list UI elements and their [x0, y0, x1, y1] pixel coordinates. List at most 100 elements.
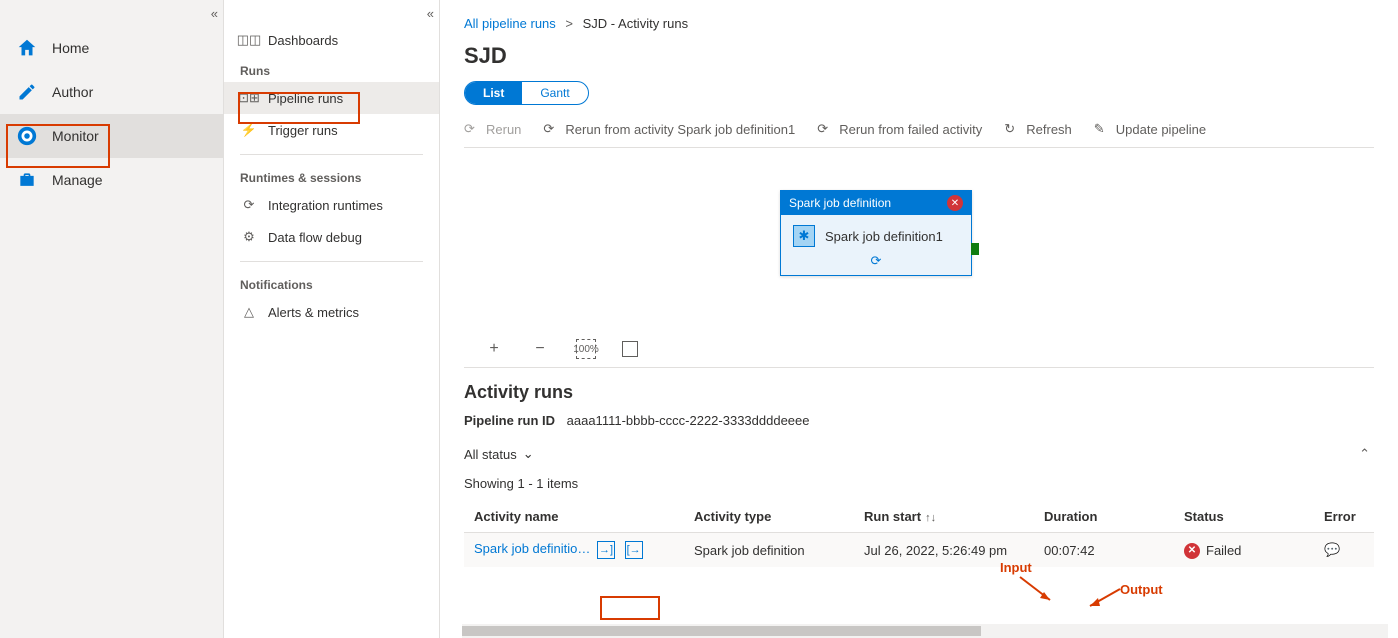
status-badge: ✕ Failed — [1184, 543, 1241, 559]
toggle-gantt[interactable]: Gantt — [522, 82, 587, 104]
briefcase-icon — [16, 169, 38, 191]
collapse-section-icon[interactable]: ⌃ — [1359, 446, 1370, 462]
section-runs: Runs — [224, 56, 439, 82]
rerun-failed-icon: ⟳ — [817, 121, 833, 137]
breadcrumb: All pipeline runs > SJD - Activity runs — [464, 12, 1374, 35]
activity-runs-table: Activity name Activity type Run start↑↓ … — [464, 501, 1374, 567]
refresh-icon: ↻ — [1004, 121, 1020, 137]
output-handle[interactable] — [971, 243, 979, 255]
annotation-output: Output — [1120, 582, 1163, 597]
divider — [240, 154, 423, 155]
zoom-in-icon[interactable]: + — [484, 339, 504, 359]
activity-node-name: Spark job definition1 — [825, 229, 943, 244]
primary-sidebar: « Home Author Monitor Manage — [0, 0, 224, 638]
col-error[interactable]: Error — [1314, 501, 1374, 533]
sidebar-label-integration-runtimes: Integration runtimes — [268, 198, 383, 213]
section-notifications: Notifications — [224, 270, 439, 296]
run-id-value: aaaa1111-bbbb-cccc-2222-3333ddddeeee — [567, 413, 810, 428]
pipeline-icon: ⊡⊞ — [240, 89, 258, 107]
sidebar-item-author[interactable]: Author — [0, 70, 223, 114]
canvas-tools: + − 100% — [484, 339, 638, 359]
result-count: Showing 1 - 1 items — [464, 476, 1374, 491]
breadcrumb-root[interactable]: All pipeline runs — [464, 16, 556, 31]
failed-icon: ✕ — [1184, 543, 1200, 559]
col-activity-type[interactable]: Activity type — [684, 501, 854, 533]
toolbar: ⟳ Rerun ⟳ Rerun from activity Spark job … — [464, 121, 1374, 148]
rerun-icon: ⟳ — [464, 121, 480, 137]
pipeline-canvas[interactable]: Spark job definition ✕ ✱ Spark job defin… — [464, 148, 1374, 368]
status-filter-dropdown[interactable]: All status ⌄ — [464, 446, 534, 462]
toggle-list[interactable]: List — [465, 82, 522, 104]
sidebar-item-manage[interactable]: Manage — [0, 158, 223, 202]
update-pipeline-button[interactable]: ✎ Update pipeline — [1094, 121, 1206, 137]
col-activity-name[interactable]: Activity name — [464, 501, 684, 533]
edit-icon: ✎ — [1094, 121, 1110, 137]
table-row[interactable]: Spark job definitio… →] [→ Spark job def… — [464, 533, 1374, 568]
chevron-down-icon: ⌄ — [523, 446, 534, 462]
pencil-icon — [16, 81, 38, 103]
sidebar-label-home: Home — [52, 40, 89, 56]
section-runtimes: Runtimes & sessions — [224, 163, 439, 189]
fit-icon[interactable] — [622, 341, 638, 357]
col-status[interactable]: Status — [1174, 501, 1314, 533]
collapse-icon[interactable]: « — [211, 6, 215, 21]
dashboard-icon: ◫◫ — [240, 31, 258, 49]
collapse-icon[interactable]: « — [427, 6, 431, 21]
sidebar-item-home[interactable]: Home — [0, 26, 223, 70]
rerun-failed-button[interactable]: ⟳ Rerun from failed activity — [817, 121, 982, 137]
cell-activity-type: Spark job definition — [684, 533, 854, 568]
view-toggle: List Gantt — [464, 81, 589, 105]
col-duration[interactable]: Duration — [1034, 501, 1174, 533]
output-icon[interactable]: [→ — [625, 541, 643, 559]
sidebar-label-manage: Manage — [52, 172, 103, 188]
runtime-icon: ⟳ — [240, 196, 258, 214]
error-detail-icon[interactable]: 💬 — [1324, 542, 1340, 557]
rerun-button: ⟳ Rerun — [464, 121, 521, 137]
divider — [240, 261, 423, 262]
activity-runs-title: Activity runs — [464, 382, 1374, 403]
sidebar-item-integration-runtimes[interactable]: ⟳ Integration runtimes — [224, 189, 439, 221]
home-icon — [16, 37, 38, 59]
horizontal-scrollbar[interactable] — [462, 624, 1388, 638]
sidebar-label-alerts-metrics: Alerts & metrics — [268, 305, 359, 320]
zoom-100-icon[interactable]: 100% — [576, 339, 596, 359]
rerun-from-activity-button[interactable]: ⟳ Rerun from activity Spark job definiti… — [543, 121, 795, 137]
retry-icon[interactable]: ⟳ — [871, 253, 882, 268]
sidebar-label-pipeline-runs: Pipeline runs — [268, 91, 343, 106]
debug-icon: ⚙ — [240, 228, 258, 246]
sidebar-label-monitor: Monitor — [52, 128, 99, 144]
sidebar-item-data-flow-debug[interactable]: ⚙ Data flow debug — [224, 221, 439, 253]
refresh-button[interactable]: ↻ Refresh — [1004, 121, 1072, 137]
alert-icon: △ — [240, 303, 258, 321]
sidebar-label-data-flow-debug: Data flow debug — [268, 230, 362, 245]
target-icon — [16, 125, 38, 147]
spark-icon: ✱ — [793, 225, 815, 247]
sidebar-item-trigger-runs[interactable]: ⚡ Trigger runs — [224, 114, 439, 146]
sort-icon: ↑↓ — [925, 512, 936, 524]
rerun-activity-icon: ⟳ — [543, 121, 559, 137]
sidebar-item-alerts-metrics[interactable]: △ Alerts & metrics — [224, 296, 439, 328]
activity-node[interactable]: Spark job definition ✕ ✱ Spark job defin… — [780, 190, 972, 276]
sidebar-label-dashboards: Dashboards — [268, 33, 338, 48]
sidebar-item-monitor[interactable]: Monitor — [0, 114, 223, 158]
run-id-label: Pipeline run ID — [464, 413, 555, 428]
run-id-row: Pipeline run ID aaaa1111-bbbb-cccc-2222-… — [464, 413, 1374, 428]
trigger-icon: ⚡ — [240, 121, 258, 139]
input-icon[interactable]: →] — [597, 541, 615, 559]
breadcrumb-current: SJD - Activity runs — [583, 16, 688, 31]
cell-run-start: Jul 26, 2022, 5:26:49 pm — [854, 533, 1034, 568]
breadcrumb-sep: > — [565, 16, 573, 31]
secondary-sidebar: « ◫◫ Dashboards Runs ⊡⊞ Pipeline runs ⚡ … — [224, 0, 440, 638]
page-title: SJD — [464, 43, 1374, 69]
zoom-out-icon[interactable]: − — [530, 339, 550, 359]
main-content: All pipeline runs > SJD - Activity runs … — [440, 0, 1398, 638]
sidebar-item-pipeline-runs[interactable]: ⊡⊞ Pipeline runs — [224, 82, 439, 114]
activity-node-title: Spark job definition — [789, 196, 891, 210]
cell-duration: 00:07:42 — [1034, 533, 1174, 568]
close-icon[interactable]: ✕ — [947, 195, 963, 211]
sidebar-item-dashboards[interactable]: ◫◫ Dashboards — [224, 24, 439, 56]
col-run-start[interactable]: Run start↑↓ — [854, 501, 1034, 533]
sidebar-label-author: Author — [52, 84, 93, 100]
sidebar-label-trigger-runs: Trigger runs — [268, 123, 338, 138]
cell-activity-name[interactable]: Spark job definitio… — [474, 541, 590, 556]
